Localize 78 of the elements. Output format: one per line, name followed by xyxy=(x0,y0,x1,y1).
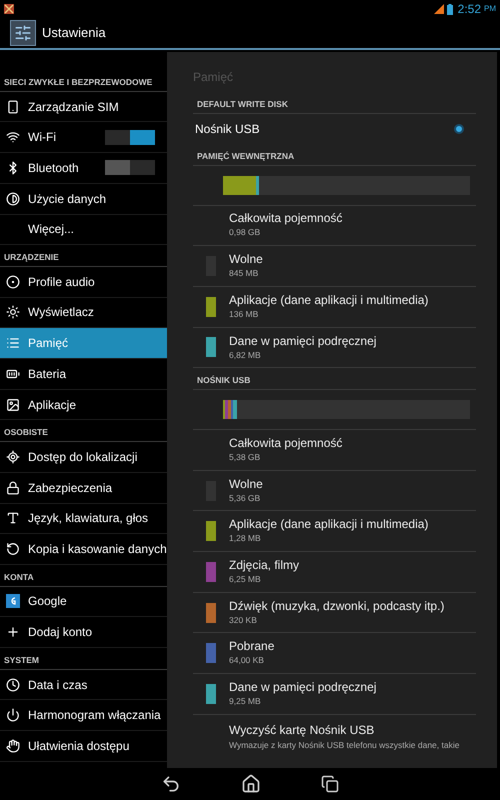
clock-time: 2:52 xyxy=(458,1,481,18)
toggle-switch[interactable] xyxy=(105,130,155,145)
sidebar-item[interactable]: Wi-Fi xyxy=(0,122,167,154)
item-label: Aplikacje xyxy=(28,396,76,414)
item-label: Wi-Fi xyxy=(28,129,56,146)
half-circle-icon xyxy=(6,192,20,206)
storage-label: Pobrane xyxy=(229,639,274,654)
back-icon[interactable] xyxy=(161,774,181,794)
hand-icon xyxy=(6,738,20,753)
radio-option[interactable]: Nośnik USB xyxy=(193,114,476,144)
settings-app-icon xyxy=(10,20,36,46)
circle-dot-icon xyxy=(6,274,20,289)
storage-value: 845 MB xyxy=(229,267,260,280)
item-label: Harmonogram włączania xyxy=(28,707,161,724)
storage-label: Aplikacje (dane aplikacji i multimedia) xyxy=(229,292,428,308)
item-label: Pamięć xyxy=(28,335,68,352)
storage-label: Aplikacje (dane aplikacji i multimedia) xyxy=(229,517,428,532)
storage-label: Całkowita pojemność xyxy=(229,211,342,226)
list-icon xyxy=(6,336,20,350)
storage-value: 320 KB xyxy=(229,614,258,626)
storage-label: Zdjęcia, filmy xyxy=(229,558,300,574)
storage-value: 6,25 MB xyxy=(229,573,262,586)
storage-label: Wolne xyxy=(229,476,263,492)
storage-value: 5,38 GB xyxy=(229,450,262,464)
item-label: Użycie danych xyxy=(28,190,106,208)
lock-icon xyxy=(6,480,20,495)
item-label: Bluetooth xyxy=(28,160,79,177)
storage-value: 136 MB xyxy=(229,308,260,321)
item-label: Data i czas xyxy=(28,676,88,694)
restore-icon xyxy=(6,542,20,556)
storage-label: Całkowita pojemność xyxy=(229,436,342,451)
toggle-switch[interactable] xyxy=(105,160,155,176)
item-label: Google xyxy=(28,593,67,610)
section-header: NOŚNIK USB xyxy=(193,368,476,390)
signal-icon xyxy=(434,4,444,14)
item-label: Więcej... xyxy=(28,221,74,238)
storage-label: Dane w pamięci podręcznej xyxy=(229,680,376,696)
item-label: Dostęp do lokalizacji xyxy=(28,448,138,466)
erase-description: Wymazuje z karty Nośnik USB telefonu wszystkie dane, takie xyxy=(229,738,460,752)
app-title: Ustawienia xyxy=(42,24,106,42)
home-icon[interactable] xyxy=(241,774,261,794)
google-account-icon xyxy=(6,594,20,608)
brightness-icon xyxy=(6,305,20,320)
power-schedule-icon xyxy=(6,708,20,722)
storage-value: 9,25 MB xyxy=(229,695,262,708)
add-icon xyxy=(6,625,20,640)
erase-title[interactable]: Wyczyść kartę Nośnik USB xyxy=(229,720,476,739)
sidebar-item[interactable]: Pamięć xyxy=(0,328,167,359)
storage-value: 0,98 GB xyxy=(229,226,262,240)
wifi-icon xyxy=(6,130,20,144)
storage-value: 5,36 GB xyxy=(229,492,262,504)
battery-icon xyxy=(446,4,453,14)
item-label: Bateria xyxy=(28,366,66,383)
item-label: Dodaj konto xyxy=(28,624,92,642)
item-label: Kopia i kasowanie danych xyxy=(28,541,167,558)
storage-label: Dźwięk (muzyka, dzwonki, podcasty itp.) xyxy=(229,598,444,614)
section-header: DEFAULT WRITE DISK xyxy=(193,92,476,114)
item-label: Język, klawiatura, głos xyxy=(28,510,148,528)
storage-value: 6,82 MB xyxy=(229,348,262,362)
section-header: PAMIĘĆ WEWNĘTRZNA xyxy=(193,144,476,166)
sidebar-item[interactable]: Bluetooth xyxy=(0,153,167,184)
item-label: Ułatwienia dostępu xyxy=(28,738,130,755)
clock-ampm: PM xyxy=(484,3,496,15)
picture-icon xyxy=(6,398,20,412)
clock-icon xyxy=(6,678,20,692)
storage-value: 1,28 MB xyxy=(229,532,262,546)
location-icon xyxy=(6,450,20,464)
storage-label: Dane w pamięci podręcznej xyxy=(229,334,376,349)
recent-apps-icon[interactable] xyxy=(321,775,339,793)
storage-label: Wolne xyxy=(229,252,263,268)
sidebar-item[interactable]: Google xyxy=(0,586,167,618)
item-label: Zabezpieczenia xyxy=(28,480,112,497)
storage-value: 64,00 KB xyxy=(229,654,265,668)
notification-icon xyxy=(4,4,14,14)
item-label: Wyświetlacz xyxy=(28,304,94,322)
keyboard-letter-icon xyxy=(6,511,20,526)
item-label: Profile audio xyxy=(28,274,95,291)
item-label: Zarządzanie SIM xyxy=(28,98,119,116)
